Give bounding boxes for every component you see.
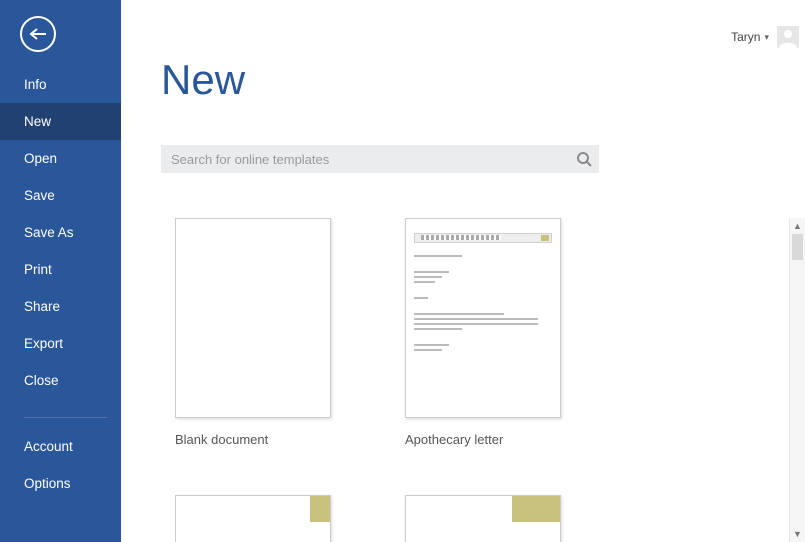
template-thumbnail: [175, 218, 331, 418]
scroll-up-button[interactable]: ▲: [790, 218, 805, 234]
sidebar-item-info[interactable]: Info: [0, 66, 121, 103]
sidebar-item-export[interactable]: Export: [0, 325, 121, 362]
template-label: Blank document: [175, 432, 331, 447]
sidebar-item-options[interactable]: Options: [0, 465, 121, 502]
sidebar-item-open[interactable]: Open: [0, 140, 121, 177]
sidebar-item-new[interactable]: New: [0, 103, 121, 140]
search-button[interactable]: [569, 145, 599, 173]
scroll-thumb[interactable]: [792, 234, 803, 260]
search-box: [161, 145, 599, 173]
sidebar-item-print[interactable]: Print: [0, 251, 121, 288]
template-item[interactable]: [175, 495, 331, 542]
sidebar-separator: [24, 417, 107, 418]
sidebar-item-account[interactable]: Account: [0, 428, 121, 465]
avatar[interactable]: [777, 26, 799, 48]
content-area: Taryn ▾ New Blank document: [121, 0, 805, 542]
user-bar: Taryn ▾: [731, 26, 799, 48]
scroll-down-button[interactable]: ▼: [790, 526, 805, 542]
page-title: New: [161, 56, 245, 104]
back-button[interactable]: [20, 16, 56, 52]
sidebar-item-save[interactable]: Save: [0, 177, 121, 214]
search-input[interactable]: [161, 145, 569, 173]
gallery-scrollbar[interactable]: ▲ ▼: [789, 218, 805, 542]
sidebar-item-share[interactable]: Share: [0, 288, 121, 325]
user-name: Taryn: [731, 30, 760, 44]
backstage-sidebar: Info New Open Save Save As Print Share E…: [0, 0, 121, 542]
template-item[interactable]: [405, 495, 561, 542]
template-gallery: Blank document Apothecary letter: [175, 218, 789, 542]
template-thumbnail: [405, 495, 561, 542]
sidebar-menu: Info New Open Save Save As Print Share E…: [0, 66, 121, 502]
template-thumbnail: [405, 218, 561, 418]
template-apothecary-letter[interactable]: Apothecary letter: [405, 218, 561, 447]
template-thumbnail: [175, 495, 331, 542]
sidebar-item-close[interactable]: Close: [0, 362, 121, 399]
template-label: Apothecary letter: [405, 432, 561, 447]
template-blank-document[interactable]: Blank document: [175, 218, 331, 447]
sidebar-item-save-as[interactable]: Save As: [0, 214, 121, 251]
user-dropdown-icon[interactable]: ▾: [764, 32, 769, 43]
